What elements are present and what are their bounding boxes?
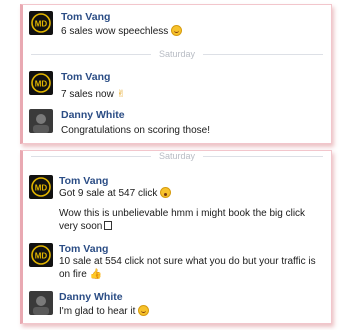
message-text-content: Wow this is unbelievable hmm i might boo… [59,208,306,232]
date-divider-label: Saturday [158,49,196,59]
missing-glyph-icon [104,221,113,230]
smile-emoji-icon [138,305,150,316]
message-text-content: I'm glad to hear it [59,306,136,317]
avatar[interactable] [29,109,53,133]
svg-text:MD: MD [35,20,48,29]
victory-hand-icon: ✌ [116,89,126,100]
svg-text:MD: MD [35,252,48,261]
avatar[interactable] [29,291,53,315]
sender-name[interactable]: Danny White [61,109,125,121]
grin-emoji-icon [171,25,183,36]
danny-white-avatar-photo [29,109,53,133]
svg-text:MD: MD [35,80,48,89]
message-text: 6 sales wow speechless [61,25,183,38]
thumbs-up-icon: 👍 [89,269,103,280]
tom-vang-avatar-logo: MD [29,243,53,267]
sender-name[interactable]: Tom Vang [59,243,108,255]
sender-name[interactable]: Tom Vang [61,71,110,83]
message-text: 10 sale at 554 click not sure what you d… [59,255,321,281]
message-text-content: Got 9 sale at 547 click [59,188,158,199]
sender-name[interactable]: Tom Vang [59,175,108,187]
message-text-content: 6 sales wow speechless [61,26,169,37]
avatar[interactable]: MD [29,11,53,35]
avatar[interactable]: MD [29,175,53,199]
message-text: Congratulations on scoring those! [61,125,210,136]
tom-vang-avatar-logo: MD [29,11,53,35]
sender-name[interactable]: Tom Vang [61,11,110,23]
message-text: Wow this is unbelievable hmm i might boo… [59,207,321,233]
date-divider: Saturday [31,49,323,59]
chat-panel-bottom: Saturday MD Tom Vang Got 9 sale at 547 c… [20,150,332,324]
tom-vang-avatar-logo: MD [29,71,53,95]
message-text: I'm glad to hear it [59,305,150,318]
svg-text:MD: MD [35,184,48,193]
date-divider-label: Saturday [158,151,196,161]
date-divider: Saturday [31,151,323,161]
message-text: 7 sales now ✌ [61,88,125,101]
sender-name[interactable]: Danny White [59,291,123,303]
tom-vang-avatar-logo: MD [29,175,53,199]
message-text: Got 9 sale at 547 click [59,187,172,200]
danny-white-avatar-photo [29,291,53,315]
avatar[interactable]: MD [29,243,53,267]
message-text-content: 7 sales now [61,89,114,100]
avatar[interactable]: MD [29,71,53,95]
shocked-emoji-icon [160,187,172,198]
chat-panel-top: MD Tom Vang 6 sales wow speechless Satur… [20,4,332,144]
